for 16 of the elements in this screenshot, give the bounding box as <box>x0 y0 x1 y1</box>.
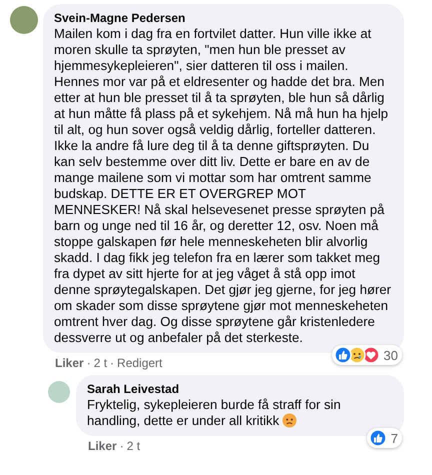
meta-text: 2 t <box>126 439 140 453</box>
reaction-summary[interactable]: 30 <box>332 345 402 365</box>
like-link[interactable]: Liker <box>55 356 84 370</box>
avatar-photo[interactable] <box>10 6 38 34</box>
avatar-photo[interactable] <box>48 381 70 403</box>
meta-text: 2 t <box>94 356 108 370</box>
meta-text: Redigert <box>117 356 162 370</box>
comment-text: Fryktelig, sykepleieren burde få straff for sin handling, dette er under all kritikk <box>87 397 341 428</box>
separator-dot: · <box>120 439 124 453</box>
author-name[interactable]: Svein-Magne Pedersen <box>54 10 392 26</box>
reaction-summary[interactable]: 7 <box>366 428 402 448</box>
comment-text: Mailen kom i dag fra en fortvilet datter. Hun ville ikke at moren skulle ta sprøyten, "men hun ble presset av hjemmesykepleieren", sier datteren til oss i mailen. Hennes mor var på et eldresenter og hadde det bra. Men etter at hun ble presset til å ta sprøyten, ble hun så dårlig at hun måtte få plass på et sykehjem. Nå må hun ha hjelp til alt, og hun sover også veldig dårlig, forteller datteren. Ikke la andre få lure deg til å ta denne giftsprøyten. Du kan selv bestemme over ditt liv. Dette er bare en av de mange mailene som vi mottar som har omtrent samme budskap. DETTE ER ET OVERGREP MOT MENNESKER! Nå skal helsevesenet presse sprøyten på barn og unge ned til 16 år, og deretter 12, osv. Noen må stoppe galskapen før hele menneskeheten blir alvorlig skadd. I dag fikk jeg telefon fra en lærer som takket meg fra dypet av sitt hjerte for at jeg våget å stå opp imot denne sprøytegalskapen. Det gjør jeg gjerne, for jeg hører om skader som disse sprøytene gjør mot menneskeheten omtrent hver dag. Og disse sprøytene går kristenledere dessverre ut og anbefaler på det sterkeste. <box>54 26 391 345</box>
author-name[interactable]: Sarah Leivestad <box>87 381 392 397</box>
like-link[interactable]: Liker <box>88 439 117 453</box>
separator-dot: · <box>110 356 114 370</box>
separator-dot: · <box>86 356 91 370</box>
